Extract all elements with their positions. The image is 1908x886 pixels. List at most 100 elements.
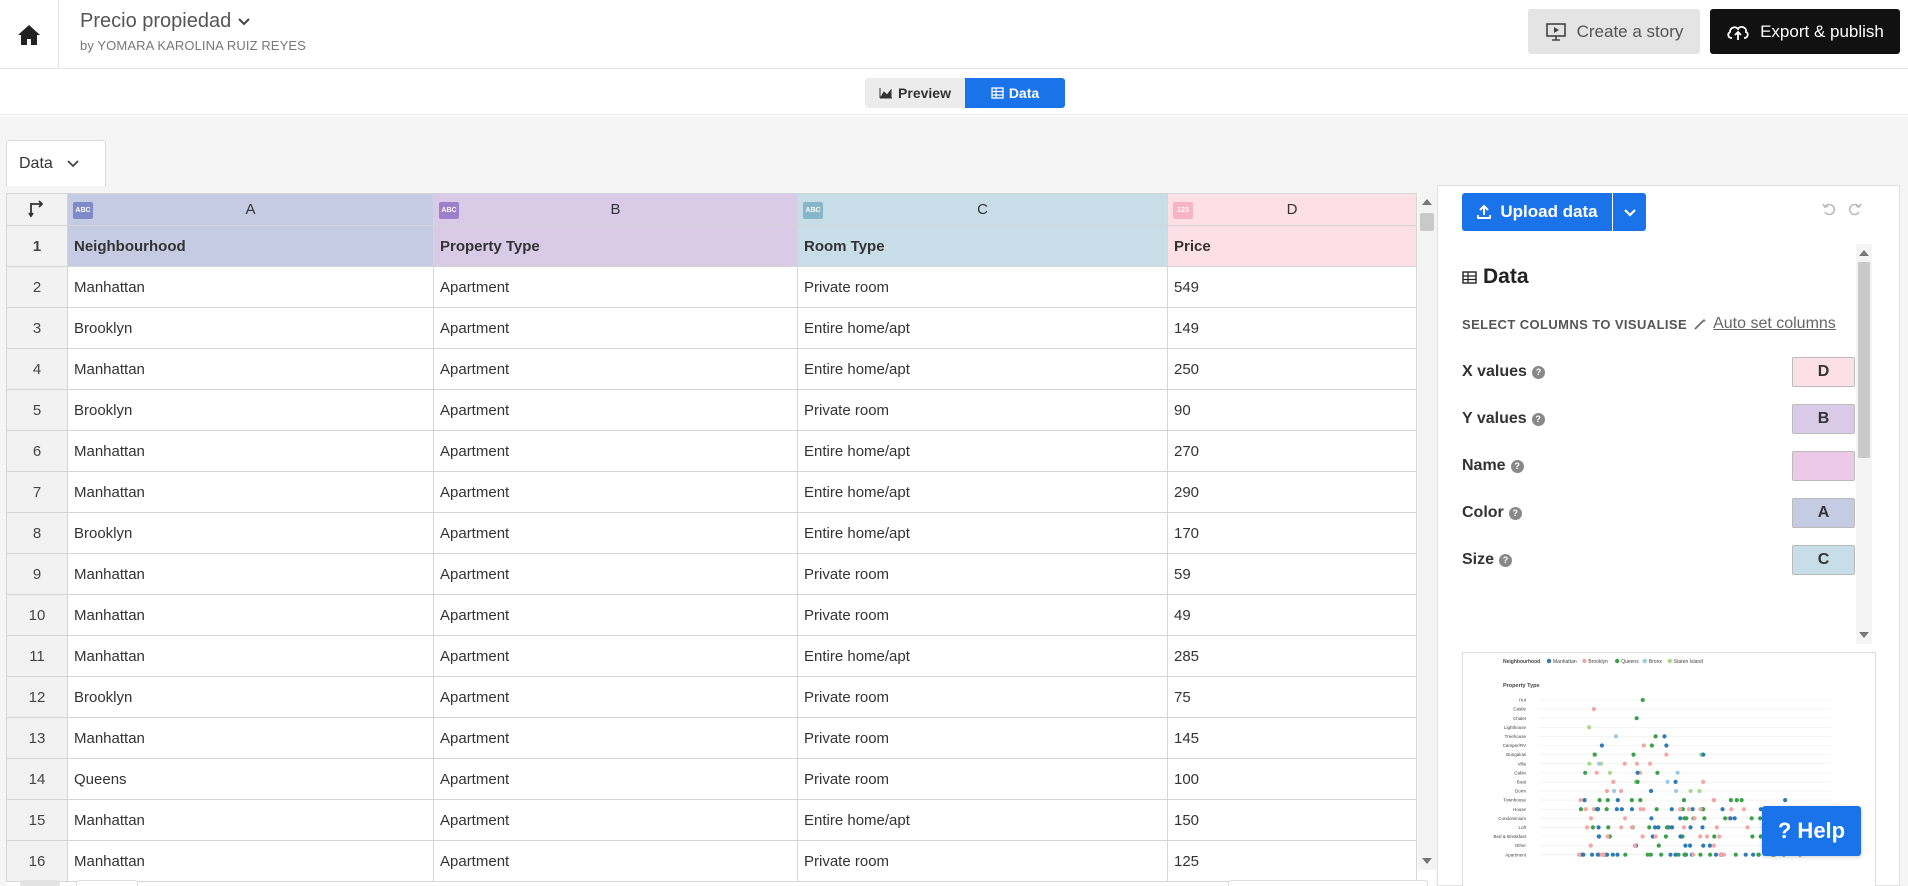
- help-icon[interactable]: ?: [1510, 459, 1524, 473]
- column-header-c[interactable]: ABC C: [797, 193, 1168, 226]
- table-cell[interactable]: Manhattan: [67, 266, 434, 308]
- help-button[interactable]: ? Help: [1762, 806, 1861, 856]
- table-cell[interactable]: Entire home/apt: [797, 307, 1168, 349]
- footer-control[interactable]: [76, 880, 138, 886]
- footer-control[interactable]: [20, 880, 60, 886]
- table-cell[interactable]: 170: [1167, 512, 1417, 554]
- header-cell[interactable]: Property Type: [433, 225, 798, 267]
- table-cell[interactable]: 285: [1167, 635, 1417, 677]
- column-chip[interactable]: [1792, 451, 1855, 481]
- table-cell[interactable]: Apartment: [433, 430, 798, 472]
- help-icon[interactable]: ?: [1499, 553, 1513, 567]
- footer-control[interactable]: [1228, 880, 1428, 886]
- project-title-dropdown[interactable]: Precio propiedad: [80, 10, 306, 33]
- table-cell[interactable]: Manhattan: [67, 799, 434, 841]
- tab-data[interactable]: Data: [965, 78, 1065, 108]
- table-cell[interactable]: Apartment: [433, 635, 798, 677]
- column-chip[interactable]: A: [1792, 498, 1855, 528]
- column-chip[interactable]: C: [1792, 545, 1855, 575]
- table-cell[interactable]: Apartment: [433, 266, 798, 308]
- table-cell[interactable]: Manhattan: [67, 840, 434, 882]
- table-cell[interactable]: 145: [1167, 717, 1417, 759]
- table-cell[interactable]: Entire home/apt: [797, 635, 1168, 677]
- row-number[interactable]: 2: [6, 266, 68, 308]
- table-cell[interactable]: Apartment: [433, 676, 798, 718]
- table-cell[interactable]: Manhattan: [67, 471, 434, 513]
- table-cell[interactable]: Apartment: [433, 758, 798, 800]
- table-cell[interactable]: Manhattan: [67, 635, 434, 677]
- table-cell[interactable]: Entire home/apt: [797, 799, 1168, 841]
- table-cell[interactable]: Apartment: [433, 348, 798, 390]
- table-cell[interactable]: Brooklyn: [67, 307, 434, 349]
- export-publish-button[interactable]: Export & publish: [1710, 9, 1900, 54]
- home-button[interactable]: [0, 0, 59, 69]
- table-cell[interactable]: Apartment: [433, 471, 798, 513]
- row-number[interactable]: 10: [6, 594, 68, 636]
- table-cell[interactable]: Entire home/apt: [797, 512, 1168, 554]
- undo-icon[interactable]: [1822, 202, 1836, 216]
- table-cell[interactable]: Entire home/apt: [797, 348, 1168, 390]
- table-cell[interactable]: 290: [1167, 471, 1417, 513]
- row-number[interactable]: 8: [6, 512, 68, 554]
- row-number[interactable]: 3: [6, 307, 68, 349]
- row-number[interactable]: 15: [6, 799, 68, 841]
- table-cell[interactable]: Brooklyn: [67, 512, 434, 554]
- table-cell[interactable]: 100: [1167, 758, 1417, 800]
- table-cell[interactable]: 75: [1167, 676, 1417, 718]
- table-cell[interactable]: Manhattan: [67, 553, 434, 595]
- scroll-down-arrow[interactable]: [1422, 858, 1432, 864]
- table-cell[interactable]: Apartment: [433, 594, 798, 636]
- table-cell[interactable]: 150: [1167, 799, 1417, 841]
- table-cell[interactable]: Entire home/apt: [797, 471, 1168, 513]
- upload-options-button[interactable]: [1613, 193, 1646, 231]
- scroll-up-arrow[interactable]: [1859, 250, 1869, 256]
- table-cell[interactable]: 149: [1167, 307, 1417, 349]
- header-cell[interactable]: Neighbourhood: [67, 225, 434, 267]
- table-cell[interactable]: Entire home/apt: [797, 430, 1168, 472]
- header-cell[interactable]: Room Type: [797, 225, 1168, 267]
- row-number[interactable]: 16: [6, 840, 68, 882]
- table-cell[interactable]: Brooklyn: [67, 389, 434, 431]
- table-cell[interactable]: Apartment: [433, 389, 798, 431]
- table-cell[interactable]: Private room: [797, 553, 1168, 595]
- row-number[interactable]: 12: [6, 676, 68, 718]
- create-story-button[interactable]: Create a story: [1528, 9, 1700, 54]
- table-cell[interactable]: Manhattan: [67, 717, 434, 759]
- table-cell[interactable]: Apartment: [433, 799, 798, 841]
- scroll-thumb[interactable]: [1858, 262, 1870, 458]
- tab-preview[interactable]: Preview: [865, 78, 965, 108]
- table-cell[interactable]: 549: [1167, 266, 1417, 308]
- column-header-b[interactable]: ABC B: [433, 193, 798, 226]
- table-cell[interactable]: Private room: [797, 389, 1168, 431]
- table-cell[interactable]: 49: [1167, 594, 1417, 636]
- table-cell[interactable]: Brooklyn: [67, 676, 434, 718]
- scroll-up-arrow[interactable]: [1422, 199, 1432, 205]
- row-number[interactable]: 14: [6, 758, 68, 800]
- grid-scrollbar[interactable]: [1418, 193, 1436, 870]
- table-cell[interactable]: Manhattan: [67, 430, 434, 472]
- redo-icon[interactable]: [1848, 202, 1862, 216]
- upload-data-button[interactable]: Upload data: [1462, 193, 1612, 231]
- column-header-a[interactable]: ABC A: [67, 193, 434, 226]
- row-number[interactable]: 6: [6, 430, 68, 472]
- help-icon[interactable]: ?: [1508, 506, 1522, 520]
- table-cell[interactable]: Private room: [797, 840, 1168, 882]
- row-number[interactable]: 7: [6, 471, 68, 513]
- table-cell[interactable]: 90: [1167, 389, 1417, 431]
- table-cell[interactable]: Private room: [797, 594, 1168, 636]
- table-cell[interactable]: Queens: [67, 758, 434, 800]
- row-number[interactable]: 11: [6, 635, 68, 677]
- table-cell[interactable]: Apartment: [433, 307, 798, 349]
- column-chip[interactable]: D: [1792, 357, 1855, 387]
- table-cell[interactable]: Apartment: [433, 512, 798, 554]
- table-cell[interactable]: Private room: [797, 676, 1168, 718]
- table-cell[interactable]: Apartment: [433, 553, 798, 595]
- row-number[interactable]: 5: [6, 389, 68, 431]
- column-chip[interactable]: B: [1792, 404, 1855, 434]
- table-cell[interactable]: 270: [1167, 430, 1417, 472]
- row-number[interactable]: 1: [6, 225, 68, 267]
- row-number[interactable]: 4: [6, 348, 68, 390]
- column-header-d[interactable]: 123 D: [1167, 193, 1417, 226]
- table-cell[interactable]: 250: [1167, 348, 1417, 390]
- table-cell[interactable]: Apartment: [433, 717, 798, 759]
